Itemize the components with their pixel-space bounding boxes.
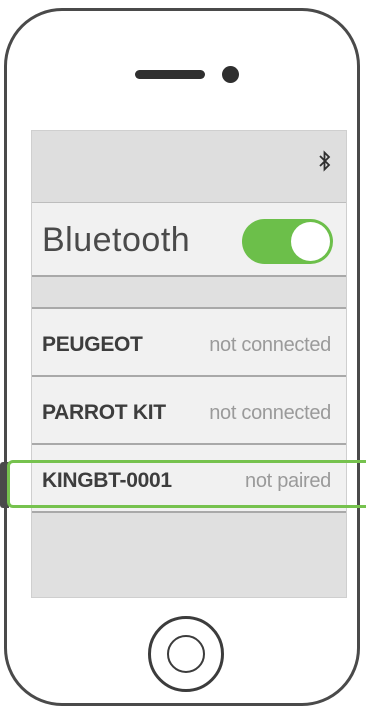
bluetooth-toggle-row: Bluetooth <box>32 203 346 277</box>
device-row-peugeot[interactable]: PEUGEOT not connected <box>32 309 346 377</box>
speaker-grille <box>135 70 205 79</box>
device-status: not connected <box>209 402 331 424</box>
toggle-knob <box>291 222 330 261</box>
bluetooth-label: Bluetooth <box>42 221 191 259</box>
bluetooth-toggle[interactable] <box>242 219 333 264</box>
front-camera <box>222 66 239 83</box>
device-name: PARROT KIT <box>42 401 166 424</box>
screen: Bluetooth PEUGEOT not connected PARROT K… <box>31 130 347 598</box>
bluetooth-icon <box>319 150 331 172</box>
selected-device-highlight <box>7 460 366 508</box>
device-row-parrot-kit[interactable]: PARROT KIT not connected <box>32 377 346 445</box>
home-button[interactable] <box>148 616 224 692</box>
empty-list-area <box>32 513 346 597</box>
device-name: PEUGEOT <box>42 333 143 356</box>
home-button-ring <box>167 635 205 673</box>
section-divider <box>32 277 346 309</box>
status-bar <box>32 131 346 203</box>
device-status: not connected <box>209 334 331 356</box>
